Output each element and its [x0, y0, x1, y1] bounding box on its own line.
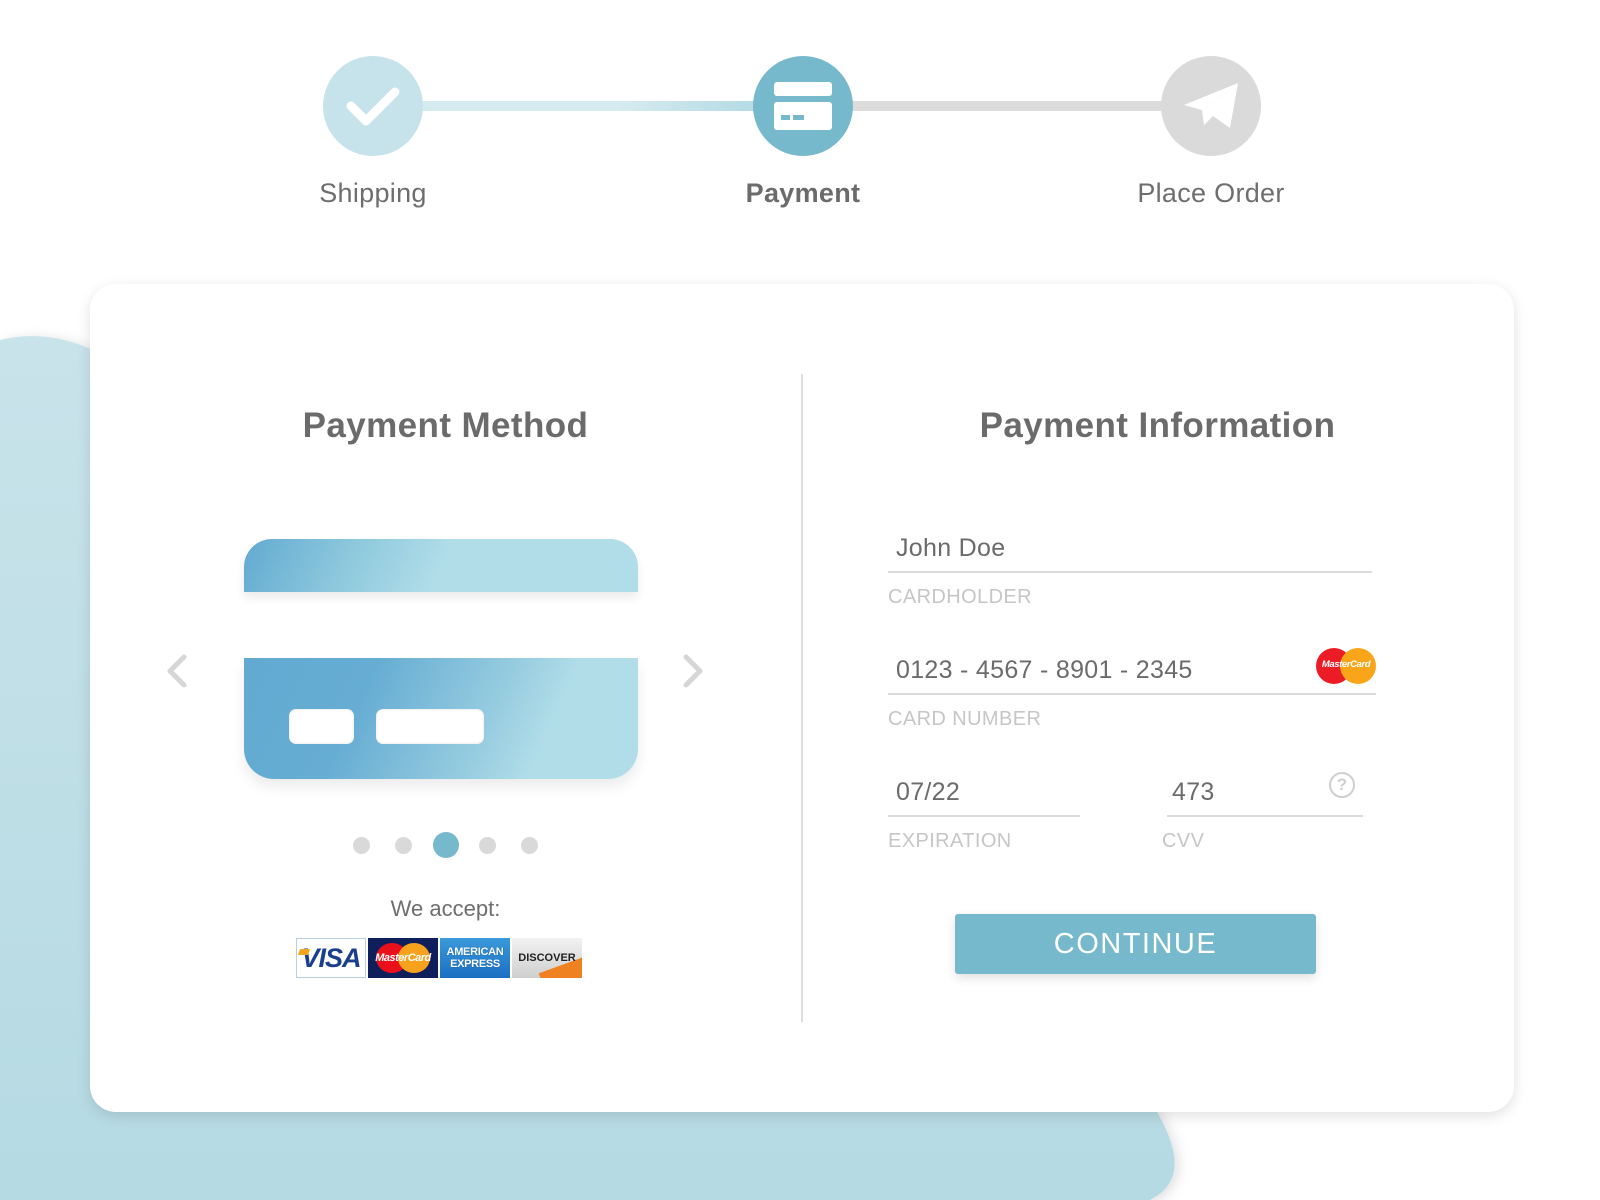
visa-logo: VISA: [296, 938, 366, 978]
carousel-dot-3-active[interactable]: [432, 832, 459, 858]
card-number-label: CARD NUMBER: [888, 708, 1042, 730]
paper-plane-icon: [1184, 83, 1238, 128]
payment-information-title: Payment Information: [979, 406, 1336, 445]
cvv-field: ? CVV: [1162, 772, 1363, 853]
expiration-label: EXPIRATION: [888, 830, 1012, 852]
step-payment[interactable]: Payment: [703, 56, 903, 209]
card-illustration-bottom: [244, 658, 638, 779]
amex-logo-text-1: AMERICAN: [446, 946, 504, 958]
step-place-order-circle: [1161, 56, 1261, 156]
checkout-stepper: Shipping Payment Place Order: [0, 0, 1600, 230]
step-payment-circle: [753, 56, 853, 156]
expiration-input[interactable]: [888, 778, 1080, 817]
mastercard-logo: MasterCard: [368, 938, 438, 978]
cardholder-field: CARDHOLDER: [888, 534, 1372, 609]
cardholder-label: CARDHOLDER: [888, 586, 1033, 608]
chevron-right-icon: [683, 654, 703, 688]
cvv-label: CVV: [1162, 830, 1205, 852]
credit-card-icon: [774, 82, 832, 130]
card-slot-short: [289, 709, 354, 744]
section-divider: [801, 374, 803, 1022]
amex-logo: AMERICAN EXPRESS: [440, 938, 510, 978]
mastercard-logo-text: MasterCard: [375, 952, 431, 964]
carousel-dot-5[interactable]: [521, 836, 538, 854]
card-slot-long: [376, 709, 484, 744]
chevron-left-icon: [167, 654, 187, 688]
visa-logo-text: VISA: [301, 942, 361, 973]
accepted-cards-logos: VISA MasterCard AMERICAN EXPRESS DISCOVE…: [296, 938, 584, 978]
step-shipping-circle: [323, 56, 423, 156]
help-question-icon[interactable]: ?: [1329, 772, 1355, 798]
card-illustration-top: [244, 539, 638, 592]
step-shipping-label: Shipping: [319, 178, 427, 208]
payment-method-title: Payment Method: [302, 406, 589, 445]
step-place-order[interactable]: Place Order: [1111, 56, 1311, 209]
mastercard-brand-icon: MasterCard: [1316, 648, 1376, 684]
step-place-order-label: Place Order: [1137, 178, 1285, 208]
step-shipping[interactable]: Shipping: [273, 56, 473, 209]
discover-logo: DISCOVER: [512, 938, 582, 978]
continue-button[interactable]: CONTINUE: [955, 914, 1316, 974]
card-brand-text: MasterCard: [1321, 659, 1371, 670]
carousel-dot-2[interactable]: [395, 836, 412, 854]
check-icon: [346, 87, 400, 126]
discover-logo-text: DISCOVER: [518, 952, 576, 964]
we-accept-label: We accept:: [390, 896, 501, 921]
cardholder-input[interactable]: [888, 534, 1372, 573]
carousel-dots: [90, 832, 801, 858]
amex-logo-text-2: EXPRESS: [450, 958, 500, 970]
carousel-dot-4[interactable]: [479, 836, 496, 854]
expiration-field: EXPIRATION: [888, 778, 1080, 853]
carousel-next-button[interactable]: [678, 649, 708, 693]
carousel-prev-button[interactable]: [162, 649, 192, 693]
card-number-field: MasterCard CARD NUMBER: [888, 648, 1376, 731]
step-payment-label: Payment: [745, 178, 861, 208]
payment-card-panel: Payment Method We accept: VISA MasterCar…: [90, 284, 1514, 1112]
card-number-input[interactable]: [888, 656, 1376, 695]
carousel-dot-1[interactable]: [353, 836, 370, 854]
